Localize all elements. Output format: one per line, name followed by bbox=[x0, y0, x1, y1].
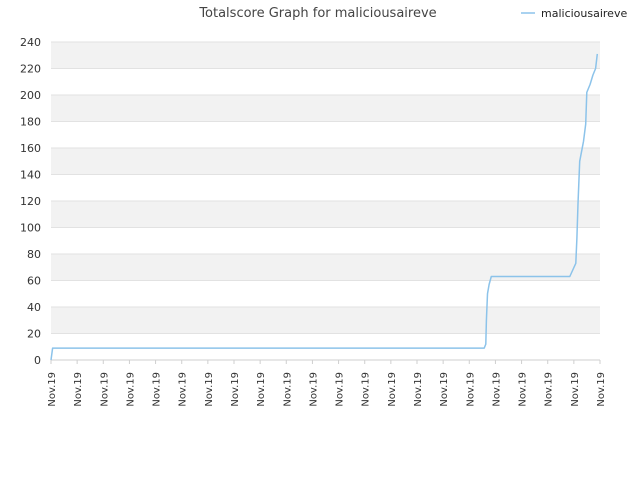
grid-band bbox=[51, 201, 600, 228]
grid-band bbox=[51, 148, 600, 175]
x-tick-label: Nov.19 bbox=[570, 372, 581, 407]
y-tick-label: 40 bbox=[27, 301, 41, 314]
grid-band bbox=[51, 307, 600, 334]
x-tick-label: Nov.19 bbox=[204, 372, 215, 407]
x-tick-label: Nov.19 bbox=[387, 372, 398, 407]
y-tick-label: 140 bbox=[20, 169, 41, 182]
x-tick-label: Nov.19 bbox=[518, 372, 529, 407]
y-tick-label: 240 bbox=[20, 36, 41, 49]
totalscore-chart: Totalscore Graph for maliciousaireve mal… bbox=[20, 6, 627, 407]
grid-band bbox=[51, 68, 600, 95]
x-tick-label: Nov.19 bbox=[439, 372, 450, 407]
grid-band bbox=[51, 227, 600, 254]
x-tick-label: Nov.19 bbox=[491, 372, 502, 407]
grid-band bbox=[51, 95, 600, 122]
x-tick-label: Nov.19 bbox=[413, 372, 424, 407]
x-tick-label: Nov.19 bbox=[99, 372, 110, 407]
x-tick-label: Nov.19 bbox=[465, 372, 476, 407]
x-tick-label: Nov.19 bbox=[47, 372, 58, 407]
x-tick-label: Nov.19 bbox=[335, 372, 346, 407]
grid-band bbox=[51, 333, 600, 360]
x-tick-label: Nov.19 bbox=[256, 372, 267, 407]
y-tick-label: 200 bbox=[20, 89, 41, 102]
grid-band bbox=[51, 280, 600, 307]
x-tick-label: Nov.19 bbox=[178, 372, 189, 407]
legend: maliciousaireve bbox=[521, 7, 627, 20]
x-tick-label: Nov.19 bbox=[73, 372, 84, 407]
x-tick-label: Nov.19 bbox=[544, 372, 555, 407]
chart-title: Totalscore Graph for maliciousaireve bbox=[198, 6, 436, 21]
y-tick-label: 100 bbox=[20, 222, 41, 235]
grid-band bbox=[51, 121, 600, 148]
legend-label: maliciousaireve bbox=[541, 7, 627, 20]
grid-band bbox=[51, 174, 600, 201]
x-tick-label: Nov.19 bbox=[308, 372, 319, 407]
y-tick-label: 20 bbox=[27, 328, 41, 341]
x-tick-label: Nov.19 bbox=[282, 372, 293, 407]
x-tick-label: Nov.19 bbox=[230, 372, 241, 407]
y-tick-label: 0 bbox=[34, 354, 41, 367]
x-tick-label: Nov.19 bbox=[361, 372, 372, 407]
y-tick-label: 80 bbox=[27, 248, 41, 261]
y-tick-label: 220 bbox=[20, 63, 41, 76]
y-tick-label: 60 bbox=[27, 275, 41, 288]
y-tick-label: 120 bbox=[20, 195, 41, 208]
y-tick-label: 160 bbox=[20, 142, 41, 155]
y-tick-label: 180 bbox=[20, 116, 41, 129]
x-tick-label: Nov.19 bbox=[152, 372, 163, 407]
grid-band bbox=[51, 42, 600, 69]
x-tick-label: Nov.19 bbox=[125, 372, 136, 407]
x-axis: Nov.19 Nov.19 Nov.19 Nov.19 Nov.19 Nov.19 Nov.… bbox=[47, 360, 607, 407]
x-tick-label: Nov.19 bbox=[596, 372, 607, 407]
